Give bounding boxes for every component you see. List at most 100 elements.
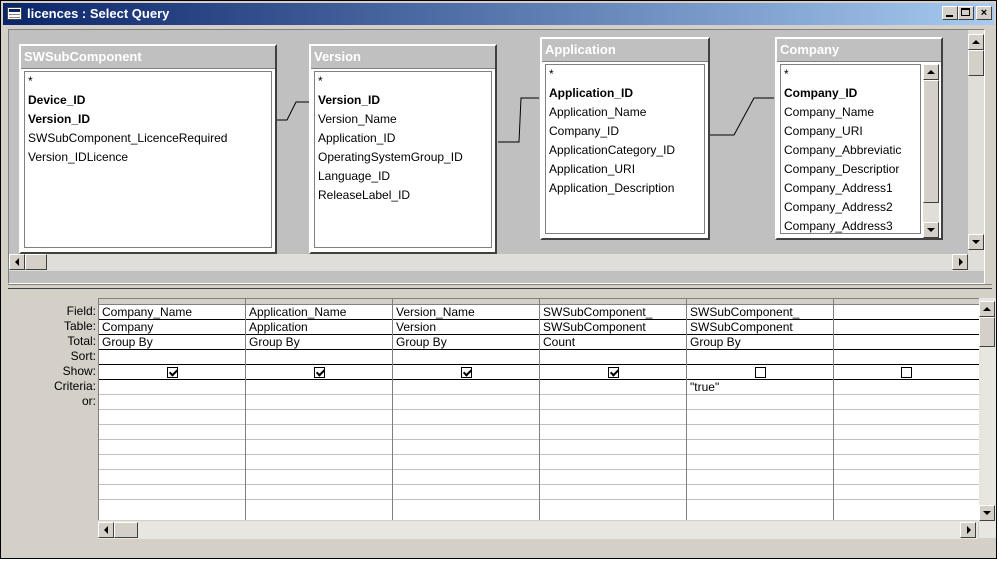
or-cell[interactable]: [393, 440, 539, 455]
total-cell[interactable]: Count: [540, 335, 686, 350]
or-cell[interactable]: [393, 485, 539, 500]
or-cell[interactable]: [99, 440, 245, 455]
field-item[interactable]: SWSubComponent_LicenceRequired: [25, 129, 271, 148]
field-item[interactable]: *: [315, 72, 491, 91]
sort-cell[interactable]: [834, 350, 979, 365]
or-cell[interactable]: [99, 485, 245, 500]
show-cell[interactable]: [99, 365, 245, 380]
or-cell[interactable]: [540, 470, 686, 485]
or-cell[interactable]: [393, 455, 539, 470]
total-cell[interactable]: Group By: [393, 335, 539, 350]
field-list[interactable]: * Version_ID Version_Name Application_ID…: [314, 71, 492, 248]
sort-cell[interactable]: [393, 350, 539, 365]
or-cell[interactable]: [246, 470, 392, 485]
field-item[interactable]: Version_IDLicence: [25, 148, 271, 167]
field-item[interactable]: Application_Name: [546, 103, 704, 122]
field-cell[interactable]: [834, 305, 979, 320]
scroll-left-button[interactable]: [9, 254, 25, 270]
field-list[interactable]: * Company_ID Company_Name Company_URI Co…: [780, 64, 921, 234]
or-cell[interactable]: [246, 425, 392, 440]
total-cell[interactable]: [834, 335, 979, 350]
criteria-cell[interactable]: "true": [687, 380, 833, 395]
field-item[interactable]: Company_Descriptior: [781, 160, 920, 179]
field-item[interactable]: Company_URI: [781, 122, 920, 141]
show-cell[interactable]: [393, 365, 539, 380]
show-cell[interactable]: [540, 365, 686, 380]
or-cell[interactable]: [540, 440, 686, 455]
show-checkbox[interactable]: [901, 367, 912, 379]
or-cell[interactable]: [540, 410, 686, 425]
field-item[interactable]: Version_Name: [315, 110, 491, 129]
or-cell[interactable]: [834, 425, 979, 440]
show-checkbox[interactable]: [166, 367, 178, 379]
field-item[interactable]: Company_Name: [781, 103, 920, 122]
field-item[interactable]: Application_ID: [315, 129, 491, 148]
scroll-down-button[interactable]: [968, 234, 984, 250]
pane-splitter[interactable]: [8, 284, 992, 289]
table-title[interactable]: Company: [777, 39, 941, 62]
or-cell[interactable]: [687, 455, 833, 470]
sort-cell[interactable]: [687, 350, 833, 365]
total-cell[interactable]: Group By: [246, 335, 392, 350]
scroll-right-button[interactable]: [952, 254, 968, 270]
maximize-button[interactable]: [958, 6, 974, 20]
or-cell[interactable]: [99, 470, 245, 485]
design-grid[interactable]: Company_Name Company Group By Applicatio…: [98, 298, 979, 521]
show-checkbox[interactable]: [607, 367, 619, 379]
or-cell[interactable]: [99, 395, 245, 410]
or-cell[interactable]: [540, 425, 686, 440]
or-cell[interactable]: [393, 410, 539, 425]
field-cell[interactable]: Application_Name: [246, 305, 392, 320]
company-scrollbar[interactable]: [923, 64, 939, 238]
field-item[interactable]: Version_ID: [315, 91, 491, 110]
table-swsubcomponent[interactable]: SWSubComponent * Device_ID Version_ID SW…: [19, 44, 277, 254]
table-company[interactable]: Company * Company_ID Company_Name Compan…: [775, 37, 943, 240]
field-item[interactable]: ApplicationCategory_ID: [546, 141, 704, 160]
scroll-thumb[interactable]: [968, 50, 984, 76]
field-item[interactable]: *: [546, 65, 704, 84]
table-pane-hscroll[interactable]: [9, 254, 984, 271]
or-cell[interactable]: [99, 410, 245, 425]
table-cell[interactable]: SWSubComponent: [687, 320, 833, 335]
or-cell[interactable]: [246, 410, 392, 425]
scroll-down-button[interactable]: [923, 222, 939, 238]
scroll-up-button[interactable]: [979, 301, 995, 317]
or-cell[interactable]: [834, 485, 979, 500]
criteria-cell[interactable]: [246, 380, 392, 395]
total-cell[interactable]: Group By: [99, 335, 245, 350]
close-button[interactable]: ×: [976, 6, 992, 20]
or-cell[interactable]: [246, 455, 392, 470]
or-cell[interactable]: [834, 455, 979, 470]
grid-vscroll[interactable]: [979, 298, 996, 538]
field-item[interactable]: Application_URI: [546, 160, 704, 179]
scroll-down-button[interactable]: [979, 505, 995, 521]
grid-column[interactable]: Version_Name Version Group By: [393, 299, 540, 521]
field-cell[interactable]: Version_Name: [393, 305, 539, 320]
scroll-thumb[interactable]: [114, 522, 138, 538]
show-checkbox[interactable]: [460, 367, 472, 379]
table-pane-vscroll[interactable]: [968, 30, 984, 266]
table-title[interactable]: SWSubComponent: [21, 46, 275, 69]
criteria-cell[interactable]: [540, 380, 686, 395]
table-cell[interactable]: Version: [393, 320, 539, 335]
grid-column[interactable]: [834, 299, 979, 521]
or-cell[interactable]: [540, 395, 686, 410]
or-cell[interactable]: [834, 440, 979, 455]
criteria-cell[interactable]: [393, 380, 539, 395]
or-cell[interactable]: [99, 425, 245, 440]
scroll-up-button[interactable]: [968, 34, 984, 50]
or-cell[interactable]: [687, 470, 833, 485]
or-cell[interactable]: [834, 410, 979, 425]
field-list[interactable]: * Application_ID Application_Name Compan…: [545, 64, 705, 234]
scroll-up-button[interactable]: [923, 64, 939, 80]
grid-column[interactable]: SWSubComponent_ SWSubComponent Group By …: [687, 299, 834, 521]
scroll-thumb[interactable]: [923, 80, 939, 203]
field-item[interactable]: Company_Address2: [781, 198, 920, 217]
field-item[interactable]: OperatingSystemGroup_ID: [315, 148, 491, 167]
or-cell[interactable]: [540, 485, 686, 500]
field-item[interactable]: Version_ID: [25, 110, 271, 129]
criteria-cell[interactable]: [99, 380, 245, 395]
or-cell[interactable]: [687, 410, 833, 425]
or-cell[interactable]: [246, 440, 392, 455]
grid-column[interactable]: Application_Name Application Group By: [246, 299, 393, 521]
